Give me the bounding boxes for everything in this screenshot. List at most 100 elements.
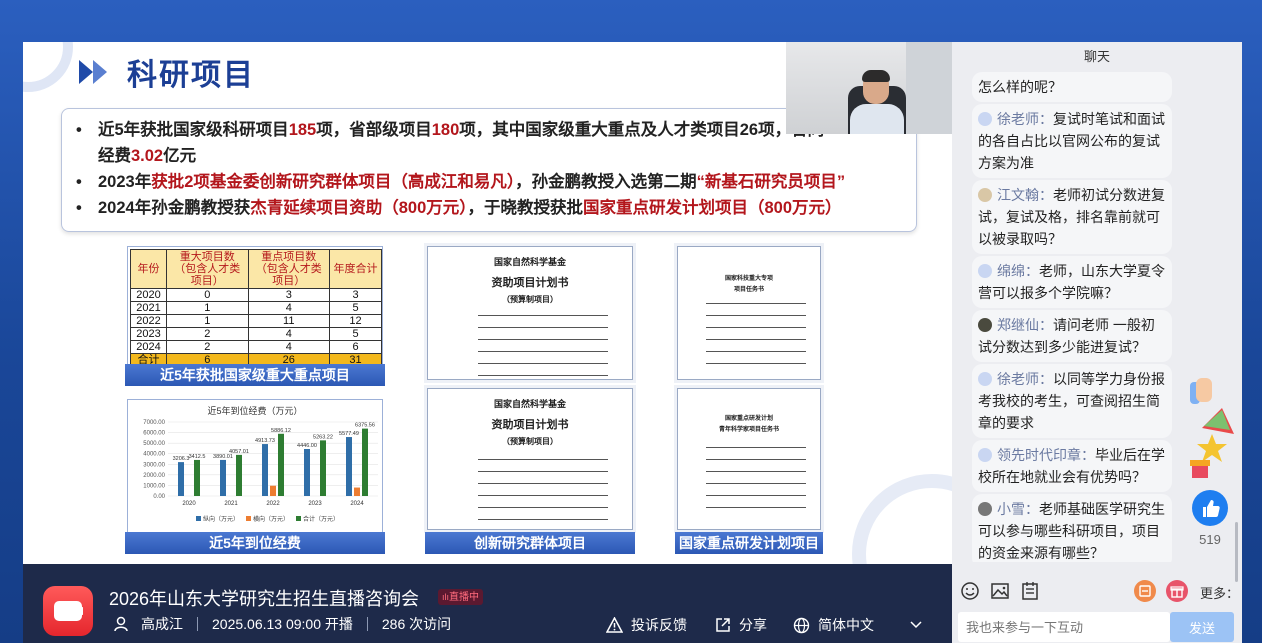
- user-icon: [114, 616, 128, 632]
- data-label: 4057.01: [229, 449, 249, 455]
- table-header-cell: 年份: [130, 249, 167, 289]
- thumbs-up-icon: [1203, 500, 1220, 517]
- chart-bar: [278, 433, 284, 496]
- image-icon[interactable]: [990, 581, 1010, 601]
- table-cell: 2023: [130, 327, 167, 341]
- data-label: 4446.00: [297, 443, 317, 449]
- table-cell: 12: [329, 314, 382, 328]
- chat-message: 徐老师：复试时笔试和面试的各自占比以官网公布的复试方案为准: [972, 104, 1172, 178]
- chat-message: 怎么样的呢？: [972, 72, 1172, 102]
- chat-header: 聊天: [1083, 49, 1110, 64]
- data-label: 4913.73: [255, 438, 275, 444]
- legend-swatch: [296, 516, 301, 521]
- chevron-down-icon: [910, 621, 922, 629]
- table-cell: 11: [247, 314, 330, 328]
- table-row: 2020 0 3 3: [130, 288, 382, 302]
- presenter-webcam: [786, 42, 952, 134]
- coupon-icon[interactable]: [1134, 580, 1156, 602]
- notes-icon[interactable]: [1020, 581, 1040, 601]
- document-image: 国家科技重大专项 项目任务书: [677, 246, 821, 380]
- warning-icon: [606, 617, 623, 633]
- funding-chart: 0.00 1000.00 2000.00 3000.00 4000.00 5000.00 6…: [143, 420, 378, 523]
- table-cell: 4: [247, 301, 330, 315]
- y-tick-label: 0.00: [153, 494, 165, 500]
- report-button[interactable]: 投诉反馈: [606, 615, 687, 635]
- y-tick-label: 4000.00: [143, 452, 165, 458]
- x-tick-label: 2024: [350, 501, 364, 507]
- host-name[interactable]: 高成江: [141, 614, 183, 634]
- chevron-right-icon: [79, 58, 121, 86]
- table-cell: 1: [166, 314, 249, 328]
- chart-bar: [320, 440, 326, 496]
- data-label: 5263.22: [313, 434, 333, 440]
- globe-icon: [793, 617, 810, 633]
- legend-label: 横向（万元）: [253, 515, 289, 523]
- table-cell: 3: [247, 288, 330, 302]
- projects-table: 年份 重大项目数（包含人才类项目） 重点项目数（包含人才类项目） 年度合计 2020 0…: [130, 249, 382, 367]
- share-icon: [716, 618, 730, 632]
- chat-message: 领先时代印章：毕业后在学校所在地就业会有优势吗？: [972, 440, 1172, 492]
- table-cell: 2: [166, 340, 249, 354]
- chat-message: 小雪：老师基础医学研究生可以参与哪些科研项目，项目的资金来源有哪些？: [972, 494, 1172, 562]
- data-label: 5886.12: [271, 428, 291, 434]
- table-cell: 5: [329, 327, 382, 341]
- table-cell: 2024: [130, 340, 167, 354]
- x-tick-label: 2022: [266, 501, 280, 507]
- slide-title-text: 科研项目: [127, 59, 255, 92]
- stream-meta: 高成江 2025.06.13 09:00 开播 286 次访问: [113, 614, 451, 634]
- avatar: [978, 112, 992, 126]
- bullet-line: • 2024年孙金鹏教授获杰青延续项目资助（800万元），于晓教授获批国家重点研发…: [76, 199, 842, 217]
- legend-label: 纵向（万元）: [203, 515, 239, 523]
- chat-message: 徐老师：以同等学力身份报考我校的考生，可查阅招生简章的要求: [972, 364, 1172, 438]
- data-label: 3412.5: [189, 454, 206, 460]
- avatar: [978, 372, 992, 386]
- chart-bar: [362, 428, 368, 496]
- live-status-badge: ılı直播中: [438, 589, 484, 605]
- table-cell: 2: [166, 327, 249, 341]
- chat-message: 绵绵：老师，山东大学夏令营可以报多个学院嘛？: [972, 256, 1172, 308]
- chart-title: 近5年到位经费（万元）: [207, 406, 303, 416]
- table-cell: 2022: [130, 314, 167, 328]
- chart-caption: 近5年到位经费: [125, 532, 385, 554]
- slide-title: 科研项目: [79, 52, 255, 92]
- language-selector[interactable]: 简体中文: [793, 615, 930, 635]
- table-row: 2023 2 4 5: [130, 327, 382, 341]
- avatar: [978, 318, 992, 332]
- x-tick-label: 2020: [182, 501, 196, 507]
- table-cell: 2020: [130, 288, 167, 302]
- decor-arc: [23, 42, 73, 92]
- chat-message-list[interactable]: 怎么样的呢？ 徐老师：复试时笔试和面试的各自占比以官网公布的复试方案为准 江文翰…: [952, 70, 1242, 562]
- share-button[interactable]: 分享: [715, 615, 767, 635]
- chat-input[interactable]: [958, 612, 1170, 642]
- chat-message: 郑继仙：请问老师 一般初试分数达到多少能进复试？: [972, 310, 1172, 362]
- emoji-icon[interactable]: [960, 581, 980, 601]
- send-button[interactable]: 发送: [1170, 612, 1234, 642]
- y-tick-label: 1000.00: [143, 483, 165, 489]
- chart-bar: [220, 459, 226, 496]
- chat-message: 江文翰：老师初试分数进复试，复试及格，排名靠前就可以被录取吗？: [972, 180, 1172, 254]
- table-header-cell: 重大项目数（包含人才类项目）: [166, 249, 249, 289]
- y-tick-label: 6000.00: [143, 431, 165, 437]
- app-logo: [43, 586, 93, 636]
- gift-icon[interactable]: [1166, 580, 1188, 602]
- like-button[interactable]: [1192, 490, 1228, 526]
- document-image: 国家自然科学基金 资助项目计划书 （预算制项目）: [427, 388, 633, 530]
- y-tick-label: 7000.00: [143, 420, 165, 426]
- table-caption: 近5年获批国家级重大重点项目: [125, 364, 385, 386]
- table-header-cell: 年度合计: [329, 249, 382, 289]
- avatar: [978, 264, 992, 278]
- more-button[interactable]: 更多：: [1200, 583, 1239, 602]
- chart-bar: [236, 454, 242, 496]
- y-tick-label: 2000.00: [143, 473, 165, 479]
- funding-chart-panel: 近5年到位经费（万元） 0.00 1000.00 2000.00 3000.00 400…: [127, 399, 383, 537]
- chart-bar: [304, 448, 310, 496]
- chat-scrollbar[interactable]: [1235, 522, 1238, 582]
- chart-bar: [262, 444, 268, 496]
- x-tick-label: 2023: [308, 501, 322, 507]
- bullet-line: • 2023年获批2项基金委创新研究群体项目（高成江和易凡），孙金鹏教授入选第二期…: [76, 173, 846, 191]
- decor-arc: [852, 474, 952, 564]
- stream-info-bar: 2026年山东大学研究生招生直播咨询会 ılı直播中 高成江 2025.06.1…: [23, 564, 952, 643]
- document-image: 国家自然科学基金 资助项目计划书 （预算制项目）: [427, 246, 633, 380]
- bullet-line: • 近5年获批国家级科研项目185项，省部级项目180项，其中国家级重大重点及人才…: [76, 121, 825, 139]
- chart-bar: [346, 437, 352, 496]
